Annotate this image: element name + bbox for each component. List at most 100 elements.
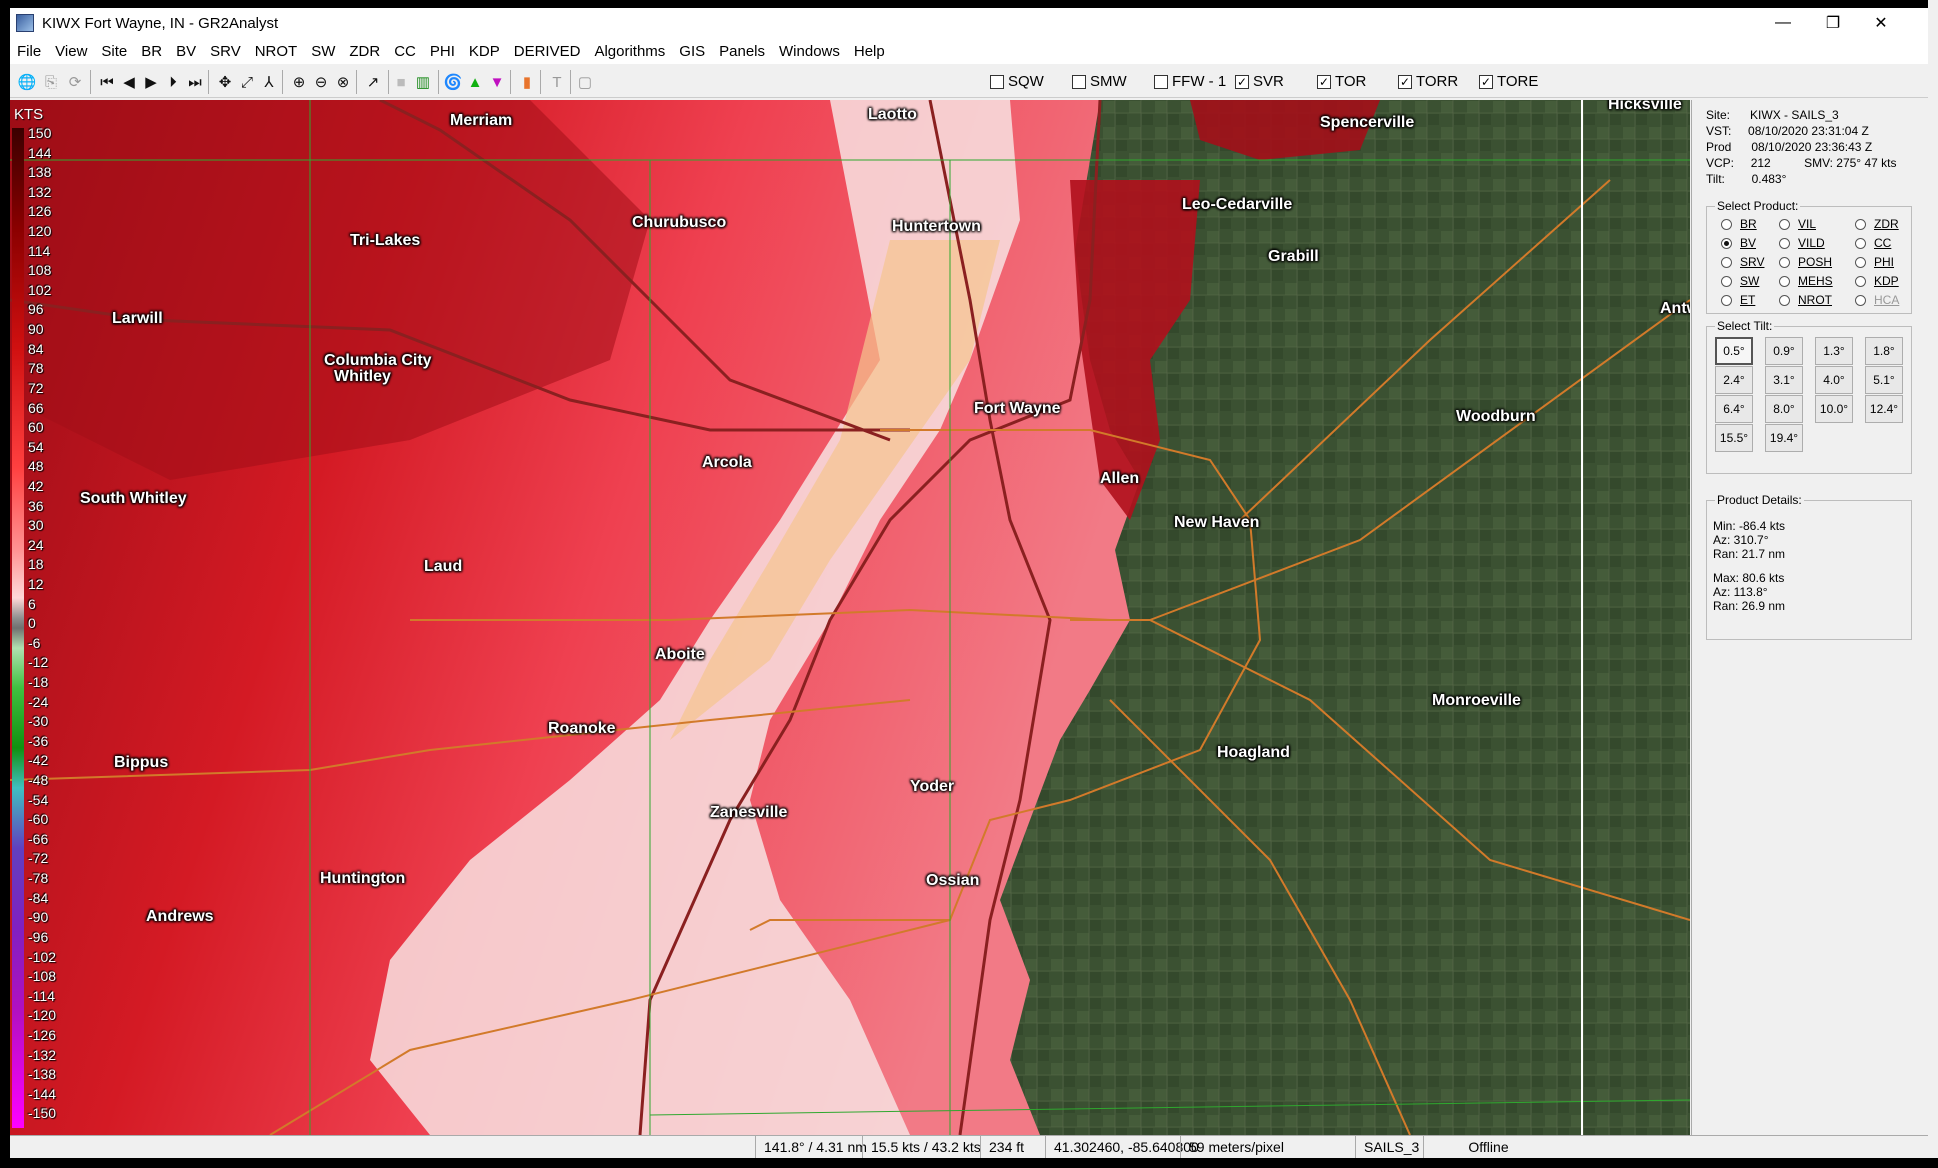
legend-label: -126 xyxy=(28,1026,57,1043)
tilt-button[interactable]: 6.4° xyxy=(1715,395,1753,423)
checkbox-icon[interactable] xyxy=(1072,74,1086,89)
warning-toggle-ffw-1[interactable]: FFW - 1 xyxy=(1154,73,1226,90)
menu-view[interactable]: View xyxy=(48,43,94,60)
refresh-icon[interactable]: ⟳ xyxy=(64,71,86,93)
menu-algorithms[interactable]: Algorithms xyxy=(587,43,672,60)
menu-help[interactable]: Help xyxy=(847,43,892,60)
measure-tool-icon[interactable]: ⤢ xyxy=(236,71,258,93)
product-radio-kdp[interactable]: KDP xyxy=(1855,274,1899,288)
product-details-group: Product Details: Min: -86.4 kts Az: 310.… xyxy=(1706,493,1912,640)
globe-icon[interactable]: 🌐 xyxy=(16,71,38,93)
tilt-button[interactable]: 0.9° xyxy=(1765,337,1803,365)
max-range: Ran: 26.9 nm xyxy=(1713,599,1786,613)
tilt-button[interactable]: 0.5° xyxy=(1715,337,1753,365)
city-label-allen: Allen xyxy=(1100,470,1140,487)
frame-tool-icon[interactable]: ▢ xyxy=(574,71,596,93)
tilt-button[interactable]: 12.4° xyxy=(1865,395,1903,423)
tilt-button[interactable]: 1.8° xyxy=(1865,337,1903,365)
next-frame-icon[interactable]: ⏵ xyxy=(162,71,184,93)
legend-label: 120 xyxy=(28,223,52,240)
checkbox-icon[interactable]: ✓ xyxy=(1235,74,1249,89)
product-radio-cc[interactable]: CC xyxy=(1855,236,1891,250)
menu-windows[interactable]: Windows xyxy=(772,43,847,60)
tilt-button[interactable]: 2.4° xyxy=(1715,366,1753,394)
previous-frame-icon[interactable]: ◀ xyxy=(118,71,140,93)
zoom-in-icon[interactable]: ⊕ xyxy=(288,71,310,93)
split-view-icon[interactable]: ▥ xyxy=(412,71,434,93)
cross-section-icon[interactable]: ⅄ xyxy=(258,71,280,93)
text-tool-icon[interactable]: T xyxy=(546,71,568,93)
menu-br[interactable]: BR xyxy=(134,43,169,60)
storm-track-up-icon[interactable]: ▲ xyxy=(464,71,486,93)
last-frame-icon[interactable]: ⏭ xyxy=(184,71,206,93)
tilt-button[interactable]: 5.1° xyxy=(1865,366,1903,394)
legend-label: 18 xyxy=(28,556,44,573)
hurricane-icon[interactable]: 🌀 xyxy=(442,71,464,93)
warning-toggle-sqw[interactable]: SQW xyxy=(990,73,1044,90)
taskbar-edge xyxy=(0,1158,1938,1168)
product-radio-srv[interactable]: SRV xyxy=(1721,255,1764,269)
legend-label: -78 xyxy=(28,870,49,887)
product-radio-vild[interactable]: VILD xyxy=(1779,236,1825,250)
product-radio-nrot[interactable]: NROT xyxy=(1779,293,1832,307)
product-radio-sw[interactable]: SW xyxy=(1721,274,1759,288)
menu-kdp[interactable]: KDP xyxy=(462,43,507,60)
tilt-button[interactable]: 1.3° xyxy=(1815,337,1853,365)
vst-value: 08/10/2020 23:31:04 Z xyxy=(1748,124,1869,138)
menu-sw[interactable]: SW xyxy=(304,43,342,60)
tilt-button[interactable]: 3.1° xyxy=(1765,366,1803,394)
close-button[interactable]: ✕ xyxy=(1852,8,1910,38)
radar-map[interactable]: Merriam Laotto Spencerville Hicksville Churu… xyxy=(10,100,1690,1135)
placefile-icon[interactable]: ■ xyxy=(390,71,412,93)
warning-toggle-smw[interactable]: SMW xyxy=(1072,73,1127,90)
warning-toggle-tor[interactable]: ✓ TOR xyxy=(1317,73,1366,90)
warning-toggle-svr[interactable]: ✓ SVR xyxy=(1235,73,1284,90)
checkbox-icon[interactable]: ✓ xyxy=(1479,74,1493,89)
product-radio-posh[interactable]: POSH xyxy=(1779,255,1832,269)
first-frame-icon[interactable]: ⏮ xyxy=(96,71,118,93)
radio-dot-icon xyxy=(1779,275,1790,287)
copy-icon[interactable]: ⎘ xyxy=(40,71,62,93)
product-radio-et[interactable]: ET xyxy=(1721,293,1755,307)
color-table-icon[interactable]: ▮ xyxy=(516,71,538,93)
product-radio-vil[interactable]: VIL xyxy=(1779,217,1816,231)
product-radio-phi[interactable]: PHI xyxy=(1855,255,1894,269)
menu-bar: File View Site BR BV SRV NROT SW ZDR CC PHI KDP DERI… xyxy=(10,38,1928,64)
product-radio-br[interactable]: BR xyxy=(1721,217,1757,231)
tilt-button[interactable]: 19.4° xyxy=(1765,424,1803,452)
pointer-tool-icon[interactable]: ↗ xyxy=(362,71,384,93)
product-radio-zdr[interactable]: ZDR xyxy=(1855,217,1899,231)
checkbox-icon[interactable] xyxy=(990,74,1004,89)
checkbox-icon[interactable] xyxy=(1154,74,1168,89)
checkbox-icon[interactable]: ✓ xyxy=(1317,74,1331,89)
menu-nrot[interactable]: NROT xyxy=(248,43,305,60)
tilt-button[interactable]: 10.0° xyxy=(1815,395,1853,423)
tilt-button[interactable]: 15.5° xyxy=(1715,424,1753,452)
tilt-button[interactable]: 4.0° xyxy=(1815,366,1853,394)
city-label-andrews: Andrews xyxy=(146,908,214,925)
menu-bv[interactable]: BV xyxy=(169,43,203,60)
select-tilt-title: Select Tilt: xyxy=(1715,319,1775,333)
warning-toggle-tore[interactable]: ✓ TORE xyxy=(1479,73,1538,90)
menu-panels[interactable]: Panels xyxy=(712,43,772,60)
menu-phi[interactable]: PHI xyxy=(423,43,462,60)
tilt-button[interactable]: 8.0° xyxy=(1765,395,1803,423)
warning-toggle-torr[interactable]: ✓ TORR xyxy=(1398,73,1458,90)
menu-derived[interactable]: DERIVED xyxy=(507,43,588,60)
product-radio-mehs[interactable]: MEHS xyxy=(1779,274,1833,288)
pan-tool-icon[interactable]: ✥ xyxy=(214,71,236,93)
menu-gis[interactable]: GIS xyxy=(672,43,712,60)
checkbox-icon[interactable]: ✓ xyxy=(1398,74,1412,89)
menu-zdr[interactable]: ZDR xyxy=(342,43,387,60)
vst-row: VST: 08/10/2020 23:31:04 Z xyxy=(1706,124,1869,138)
zoom-reset-icon[interactable]: ⊗ xyxy=(332,71,354,93)
zoom-out-icon[interactable]: ⊖ xyxy=(310,71,332,93)
play-icon[interactable]: ▶ xyxy=(140,71,162,93)
menu-cc[interactable]: CC xyxy=(387,43,423,60)
product-radio-bv[interactable]: BV xyxy=(1721,236,1756,250)
legend-label: -18 xyxy=(28,674,49,691)
menu-srv[interactable]: SRV xyxy=(203,43,248,60)
storm-track-down-icon[interactable]: ▼ xyxy=(486,71,508,93)
menu-site[interactable]: Site xyxy=(94,43,134,60)
menu-file[interactable]: File xyxy=(10,43,48,60)
